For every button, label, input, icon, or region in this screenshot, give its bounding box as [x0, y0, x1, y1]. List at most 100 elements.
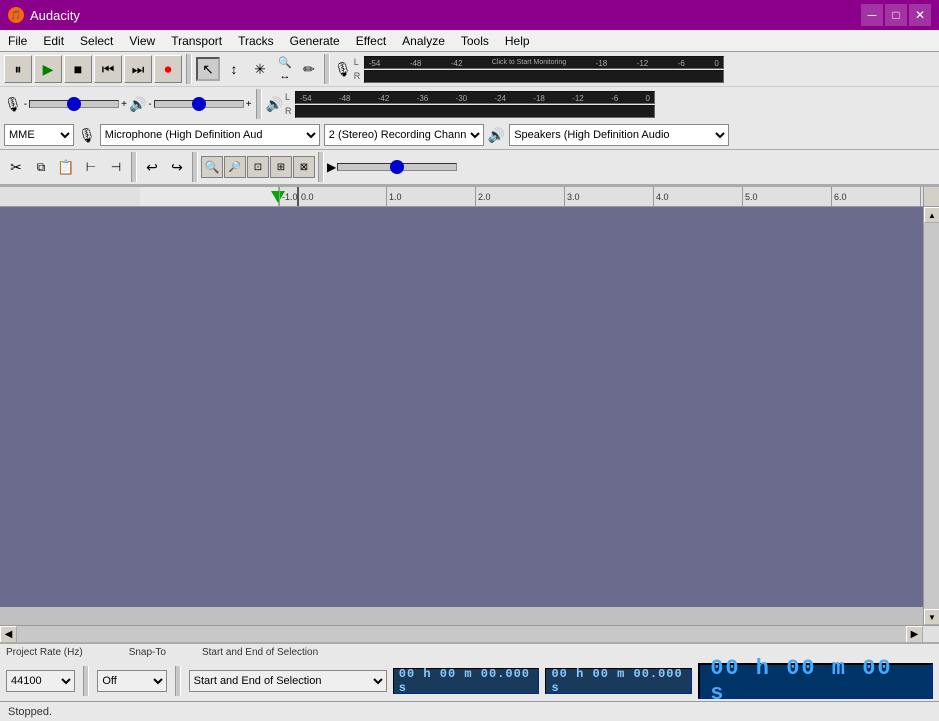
channels-dropdown[interactable]: 2 (Stereo) Recording Chann — [324, 124, 484, 146]
menu-view[interactable]: View — [121, 30, 163, 51]
maximize-button[interactable]: □ — [885, 4, 907, 26]
spk-volume-slider[interactable] — [154, 100, 244, 108]
bottom-toolbar: Project Rate (Hz) Snap-To Start and End … — [0, 642, 939, 701]
rec-meter-l-label: L — [354, 57, 362, 67]
host-dropdown[interactable]: MME — [4, 124, 74, 146]
zoom-selection-button[interactable]: ⊡ — [247, 156, 269, 178]
main-layout: ⏸ ▶ ■ ⏮ ⏭ ⏺ ↖ ↕ ✳ 🔍 ↔ ✏ 🎙 L — [0, 52, 939, 721]
zoom-tool-button[interactable]: 🔍 — [274, 56, 296, 69]
play-meter-r[interactable] — [295, 105, 655, 118]
play-meter-l-values: -54-48-42-36-30-24-18-12-60 — [296, 94, 654, 103]
cut-button[interactable]: ✂ — [4, 155, 28, 179]
status-text: Stopped. — [8, 706, 52, 718]
close-button[interactable]: ✕ — [909, 4, 931, 26]
toolbar-divider3 — [256, 89, 262, 119]
statusbar: Stopped. — [0, 701, 939, 721]
play-button[interactable]: ▶ — [34, 55, 62, 83]
vscroll-down-btn[interactable]: ▼ — [924, 609, 939, 625]
copy-button[interactable]: ⧉ — [29, 155, 53, 179]
skip-start-button[interactable]: ⏮ — [94, 55, 122, 83]
menu-tracks[interactable]: Tracks — [230, 30, 282, 51]
draw-tool-button[interactable]: ✏ — [298, 56, 320, 82]
playback-pos-thumb[interactable] — [390, 160, 404, 174]
zoom-fit-button[interactable]: ⊞ — [270, 156, 292, 178]
undo-button[interactable]: ↩ — [140, 155, 164, 179]
app-title: Audacity — [30, 8, 861, 23]
project-rate-label: Project Rate (Hz) — [6, 647, 83, 658]
play-meter-r-label: R — [285, 106, 293, 116]
vertical-scrollbar[interactable]: ▲ ▼ — [923, 207, 939, 625]
snap-to-label: Snap-To — [129, 647, 166, 658]
snap-to-select[interactable]: Off Nearest — [97, 670, 166, 692]
menubar: File Edit Select View Transport Tracks G… — [0, 30, 939, 52]
rec-meter-l-values: -54-48-42Click to Start Monitoring-18-12… — [365, 59, 723, 68]
redo-button[interactable]: ↪ — [165, 155, 189, 179]
ruler-tick-0: 0.0 — [297, 187, 314, 206]
mic-vol-icon: 🎙 — [4, 96, 22, 113]
time-display-2[interactable]: 00 h 00 m 00.000 s — [545, 668, 692, 694]
ruler: -1.0 0.0 1.0 2.0 3.0 4.0 5.0 6.0 7.0 8.0… — [0, 187, 939, 207]
ruler-tick-2: 2.0 — [475, 187, 491, 206]
menu-file[interactable]: File — [0, 30, 35, 51]
hscroll-track[interactable] — [17, 626, 906, 642]
zoom-toggle-button[interactable]: ⊠ — [293, 156, 315, 178]
pause-button[interactable]: ⏸ — [4, 55, 32, 83]
toolbar-divider1 — [186, 54, 192, 84]
selection-mode-select[interactable]: Start and End of Selection Start and Len… — [189, 670, 387, 692]
rec-meter-l[interactable]: -54-48-42Click to Start Monitoring-18-12… — [364, 56, 724, 69]
menu-edit[interactable]: Edit — [35, 30, 72, 51]
zoom-out-button[interactable]: 🔎 — [224, 156, 246, 178]
menu-analyze[interactable]: Analyze — [394, 30, 453, 51]
toolbar-divider6 — [318, 152, 324, 182]
toolbars: ⏸ ▶ ■ ⏮ ⏭ ⏺ ↖ ↕ ✳ 🔍 ↔ ✏ 🎙 L — [0, 52, 939, 187]
window-controls: ─ □ ✕ — [861, 4, 931, 26]
toolbar-divider5 — [192, 152, 198, 182]
spk-vol-min: - — [148, 99, 151, 110]
horizontal-scrollbar[interactable]: ◀ ▶ — [0, 625, 939, 642]
menu-tools[interactable]: Tools — [453, 30, 497, 51]
microphone-dropdown[interactable]: Microphone (High Definition Aud — [100, 124, 320, 146]
project-rate-select[interactable]: 44100 22050 48000 — [6, 670, 75, 692]
envelope-tool-button[interactable]: ↕ — [222, 57, 246, 81]
mic-icon: 🎙 — [78, 127, 96, 144]
menu-generate[interactable]: Generate — [282, 30, 348, 51]
toolbar-divider2 — [324, 54, 330, 84]
toolbar-row2: 🎙 - + 🔊 - + 🔊 L — [0, 87, 939, 121]
silence-button[interactable]: ⊣ — [104, 155, 128, 179]
vscroll-up-btn[interactable]: ▲ — [924, 207, 939, 223]
menu-transport[interactable]: Transport — [163, 30, 230, 51]
rec-meter-r[interactable] — [364, 70, 724, 83]
paste-button[interactable]: 📋 — [54, 155, 78, 179]
record-button[interactable]: ⏺ — [154, 55, 182, 83]
hscroll-right-btn[interactable]: ▶ — [906, 626, 923, 643]
stop-button[interactable]: ■ — [64, 55, 92, 83]
select-tool-button[interactable]: ↖ — [196, 57, 220, 81]
track-container: ▲ ▼ — [0, 207, 939, 625]
timeshift-tool-button[interactable]: ↔ — [274, 70, 296, 83]
mic-vol-min: - — [24, 99, 27, 110]
playback-position-slider[interactable] — [337, 163, 457, 171]
spk-volume-thumb[interactable] — [192, 97, 206, 111]
ruler-scale: -1.0 0.0 1.0 2.0 3.0 4.0 5.0 6.0 7.0 8.0… — [279, 187, 923, 206]
menu-select[interactable]: Select — [72, 30, 121, 51]
time-display-1[interactable]: 00 h 00 m 00.000 s — [393, 668, 540, 694]
spk-icon-small: 🔊 — [266, 96, 283, 113]
mic-volume-thumb[interactable] — [67, 97, 81, 111]
play-meter-l[interactable]: -54-48-42-36-30-24-18-12-60 — [295, 91, 655, 104]
trim-button[interactable]: ⊢ — [79, 155, 103, 179]
edit-toolbar: ✂ ⧉ 📋 ⊢ ⊣ ↩ ↪ 🔍 🔎 ⊡ ⊞ ⊠ ▶ — [0, 150, 939, 185]
tracks-area[interactable] — [0, 207, 923, 607]
multitool-button[interactable]: ✳ — [248, 57, 272, 81]
selection-label: Start and End of Selection — [202, 647, 318, 658]
menu-effect[interactable]: Effect — [348, 30, 394, 51]
zoom-in-button[interactable]: 🔍 — [201, 156, 223, 178]
speakers-dropdown[interactable]: Speakers (High Definition Audio — [509, 124, 729, 146]
vscroll-track[interactable] — [924, 223, 939, 609]
hscroll-left-btn[interactable]: ◀ — [0, 626, 17, 643]
skip-end-button[interactable]: ⏭ — [124, 55, 152, 83]
menu-help[interactable]: Help — [497, 30, 538, 51]
ruler-tick-neg1: -1.0 — [279, 187, 298, 206]
minimize-button[interactable]: ─ — [861, 4, 883, 26]
mic-volume-slider[interactable] — [29, 100, 119, 108]
bottom-divider1 — [83, 666, 89, 696]
